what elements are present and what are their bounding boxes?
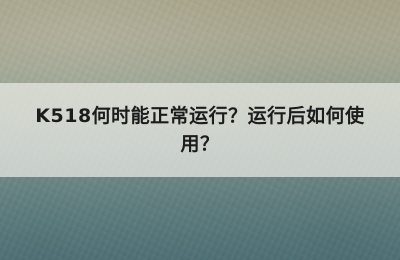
cover-image: K518何时能正常运行？运行后如何使用？ — [0, 0, 400, 260]
page-title: K518何时能正常运行？运行后如何使用？ — [35, 105, 365, 155]
title-banner: K518何时能正常运行？运行后如何使用？ — [0, 83, 400, 177]
